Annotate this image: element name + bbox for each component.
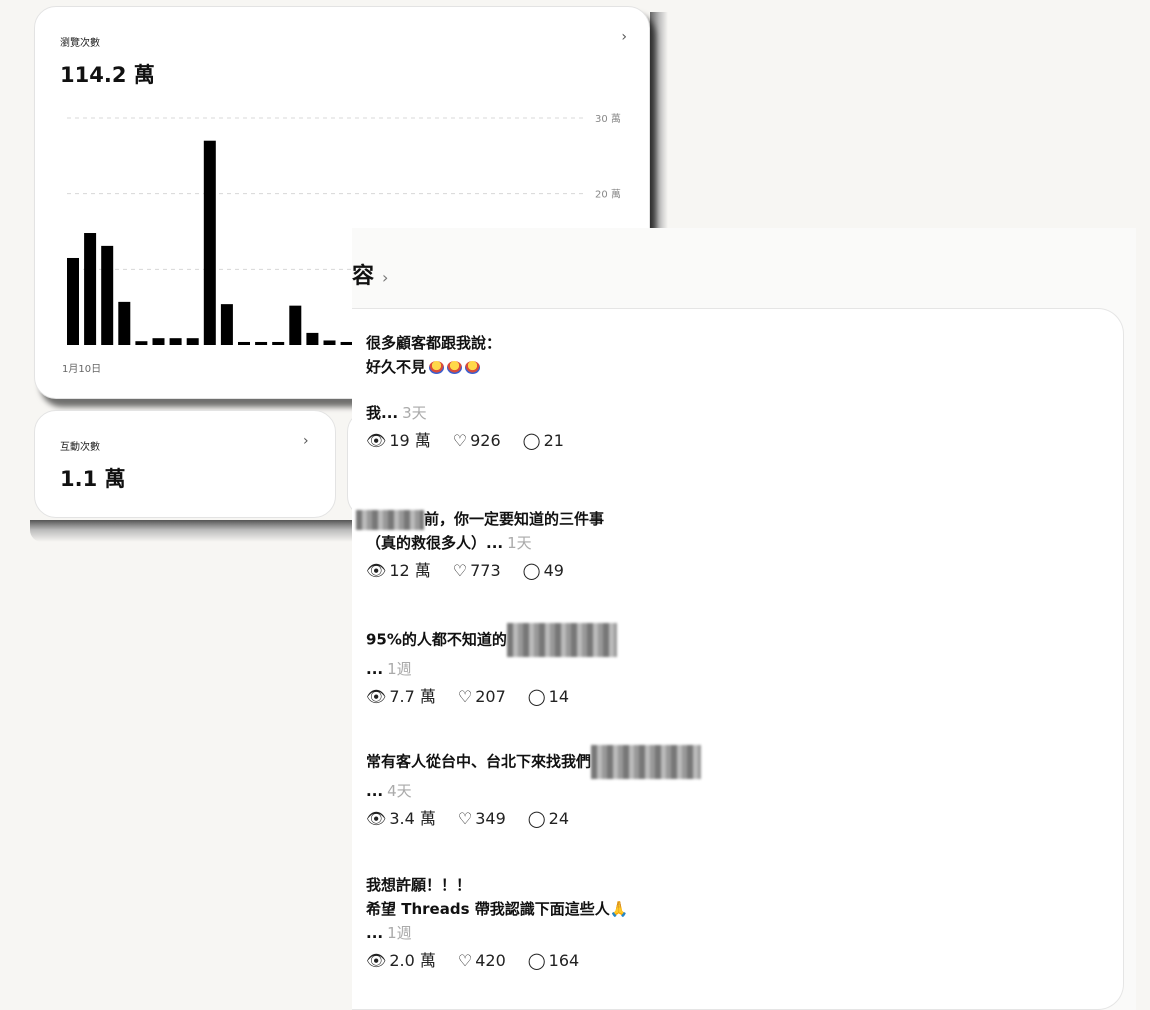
- views-stat: 👁 12 萬: [366, 559, 431, 583]
- replies-stat: ◯ 24: [528, 807, 569, 831]
- chart-bar: [220, 304, 233, 345]
- engagement-value: 1.1 萬: [60, 467, 126, 491]
- chart-bar: [289, 305, 302, 345]
- posts-list: 很多顧客都跟我說： 好久不見 我... 3天 👁 19 萬 ♡ 926 ◯ 21 前，你…: [352, 308, 1124, 1010]
- comment-icon: ◯: [527, 687, 546, 706]
- post-text-line: ... 1週: [366, 660, 412, 678]
- list-item[interactable]: 前，你一定要知道的三件事 （真的救很多人）... 1天 👁 12 萬 ♡ 773 ◯ 4…: [356, 507, 604, 583]
- post-text-line: 我... 3天: [366, 404, 427, 422]
- likes-stat: ♡ 420: [458, 949, 506, 973]
- heart-icon: ♡: [457, 951, 473, 970]
- chart-bar: [203, 140, 216, 345]
- redacted-text: [506, 623, 617, 657]
- emoji-icon: [447, 361, 463, 374]
- chart-bar: [255, 341, 268, 345]
- post-text-line: ... 4天: [366, 782, 412, 800]
- card-shadow: [650, 12, 668, 234]
- redacted-text: [356, 509, 424, 530]
- y-tick-label: 30 萬: [595, 112, 621, 125]
- post-stats: 👁 3.4 萬 ♡ 349 ◯ 24: [366, 807, 701, 831]
- eye-icon: 👁: [366, 809, 387, 828]
- likes-stat: ♡ 207: [458, 685, 506, 709]
- replies-stat: ◯ 49: [523, 559, 564, 583]
- eye-icon: 👁: [366, 951, 387, 970]
- replies-stat: ◯ 164: [528, 949, 579, 973]
- chart-bar: [84, 233, 97, 345]
- eye-icon: 👁: [366, 687, 387, 706]
- top-posts-panel: 容 › 很多顧客都跟我說： 好久不見 我... 3天 👁 19 萬 ♡ 926 ◯ 21 …: [352, 228, 1136, 1010]
- chart-bar: [67, 257, 79, 345]
- section-title[interactable]: 容 ›: [352, 258, 388, 290]
- post-text-line: 95%的人都不知道的: [366, 623, 617, 657]
- post-stats: 👁 19 萬 ♡ 926 ◯ 21: [366, 429, 564, 453]
- views-stat: 👁 7.7 萬: [366, 685, 436, 709]
- post-age: 3天: [402, 404, 427, 422]
- eye-icon: 👁: [366, 431, 387, 450]
- chart-bar: [101, 245, 114, 345]
- comment-icon: ◯: [522, 561, 541, 580]
- chevron-right-icon[interactable]: ›: [303, 433, 309, 449]
- list-item[interactable]: 常有客人從台中、台北下來找我們 ... 4天 👁 3.4 萬 ♡ 349 ◯ 24: [366, 745, 702, 831]
- chevron-right-icon: ›: [382, 268, 389, 287]
- likes-stat: ♡ 926: [453, 429, 501, 453]
- chart-bar: [323, 340, 336, 345]
- list-item[interactable]: 很多顧客都跟我說： 好久不見 我... 3天 👁 19 萬 ♡ 926 ◯ 21: [366, 331, 564, 453]
- emoji-icon: [429, 361, 445, 374]
- chart-bar: [306, 332, 319, 345]
- list-item[interactable]: 我想許願！！！ 希望 Threads 帶我認識下面這些人🙏 ... 1週 👁 2.0…: [366, 873, 628, 973]
- chart-bar: [169, 338, 182, 345]
- redacted-text: [591, 745, 702, 779]
- chart-bar: [238, 341, 250, 345]
- views-stat: 👁 2.0 萬: [366, 949, 436, 973]
- heart-icon: ♡: [452, 431, 468, 450]
- post-text-line: 前，你一定要知道的三件事: [356, 507, 604, 531]
- post-text-line: 很多顧客都跟我說：: [366, 334, 502, 352]
- eye-icon: 👁: [366, 561, 387, 580]
- post-text-line: 我想許願！！！: [366, 876, 472, 894]
- chart-bar: [152, 338, 165, 345]
- post-text-line: 常有客人從台中、台北下來找我們: [366, 745, 702, 779]
- comment-icon: ◯: [522, 431, 541, 450]
- views-stat: 👁 19 萬: [366, 429, 431, 453]
- post-age: 1天: [507, 534, 532, 552]
- comment-icon: ◯: [527, 951, 546, 970]
- chart-bar: [118, 301, 131, 345]
- replies-stat: ◯ 14: [528, 685, 569, 709]
- views-stat: 👁 3.4 萬: [366, 807, 436, 831]
- chart-bar: [340, 341, 353, 345]
- list-item[interactable]: 95%的人都不知道的 ... 1週 👁 7.7 萬 ♡ 207 ◯ 14: [366, 623, 617, 709]
- heart-icon: ♡: [452, 561, 468, 580]
- replies-stat: ◯ 21: [523, 429, 564, 453]
- post-text-line: ... 1週: [366, 924, 412, 942]
- post-text-line: （真的救很多人）... 1天: [366, 534, 532, 552]
- post-stats: 👁 7.7 萬 ♡ 207 ◯ 14: [366, 685, 617, 709]
- pray-emoji-icon: 🙏: [609, 900, 629, 918]
- chart-bar: [186, 338, 199, 345]
- emoji-icon: [465, 361, 481, 374]
- post-stats: 👁 2.0 萬 ♡ 420 ◯ 164: [366, 949, 628, 973]
- engagement-label: 互動次數: [60, 442, 100, 453]
- post-age: 1週: [387, 924, 412, 942]
- likes-stat: ♡ 349: [458, 807, 506, 831]
- card-shadow-bottom: [30, 520, 360, 542]
- post-age: 1週: [387, 660, 412, 678]
- post-text-line: 希望 Threads 帶我認識下面這些人🙏: [366, 900, 629, 918]
- likes-stat: ♡ 773: [453, 559, 501, 583]
- post-text-line: 好久不見: [366, 355, 564, 379]
- post-stats: 👁 12 萬 ♡ 773 ◯ 49: [366, 559, 604, 583]
- chart-bar: [272, 341, 285, 345]
- x-start-label: 1月10日: [62, 364, 102, 375]
- comment-icon: ◯: [527, 809, 546, 828]
- heart-icon: ♡: [457, 687, 473, 706]
- y-tick-label: 20 萬: [595, 188, 621, 201]
- post-age: 4天: [387, 782, 412, 800]
- heart-icon: ♡: [457, 809, 473, 828]
- engagement-card[interactable]: 互動次數 › 1.1 萬: [34, 410, 336, 518]
- chart-bar: [135, 341, 148, 345]
- section-title-text: 容: [352, 264, 375, 289]
